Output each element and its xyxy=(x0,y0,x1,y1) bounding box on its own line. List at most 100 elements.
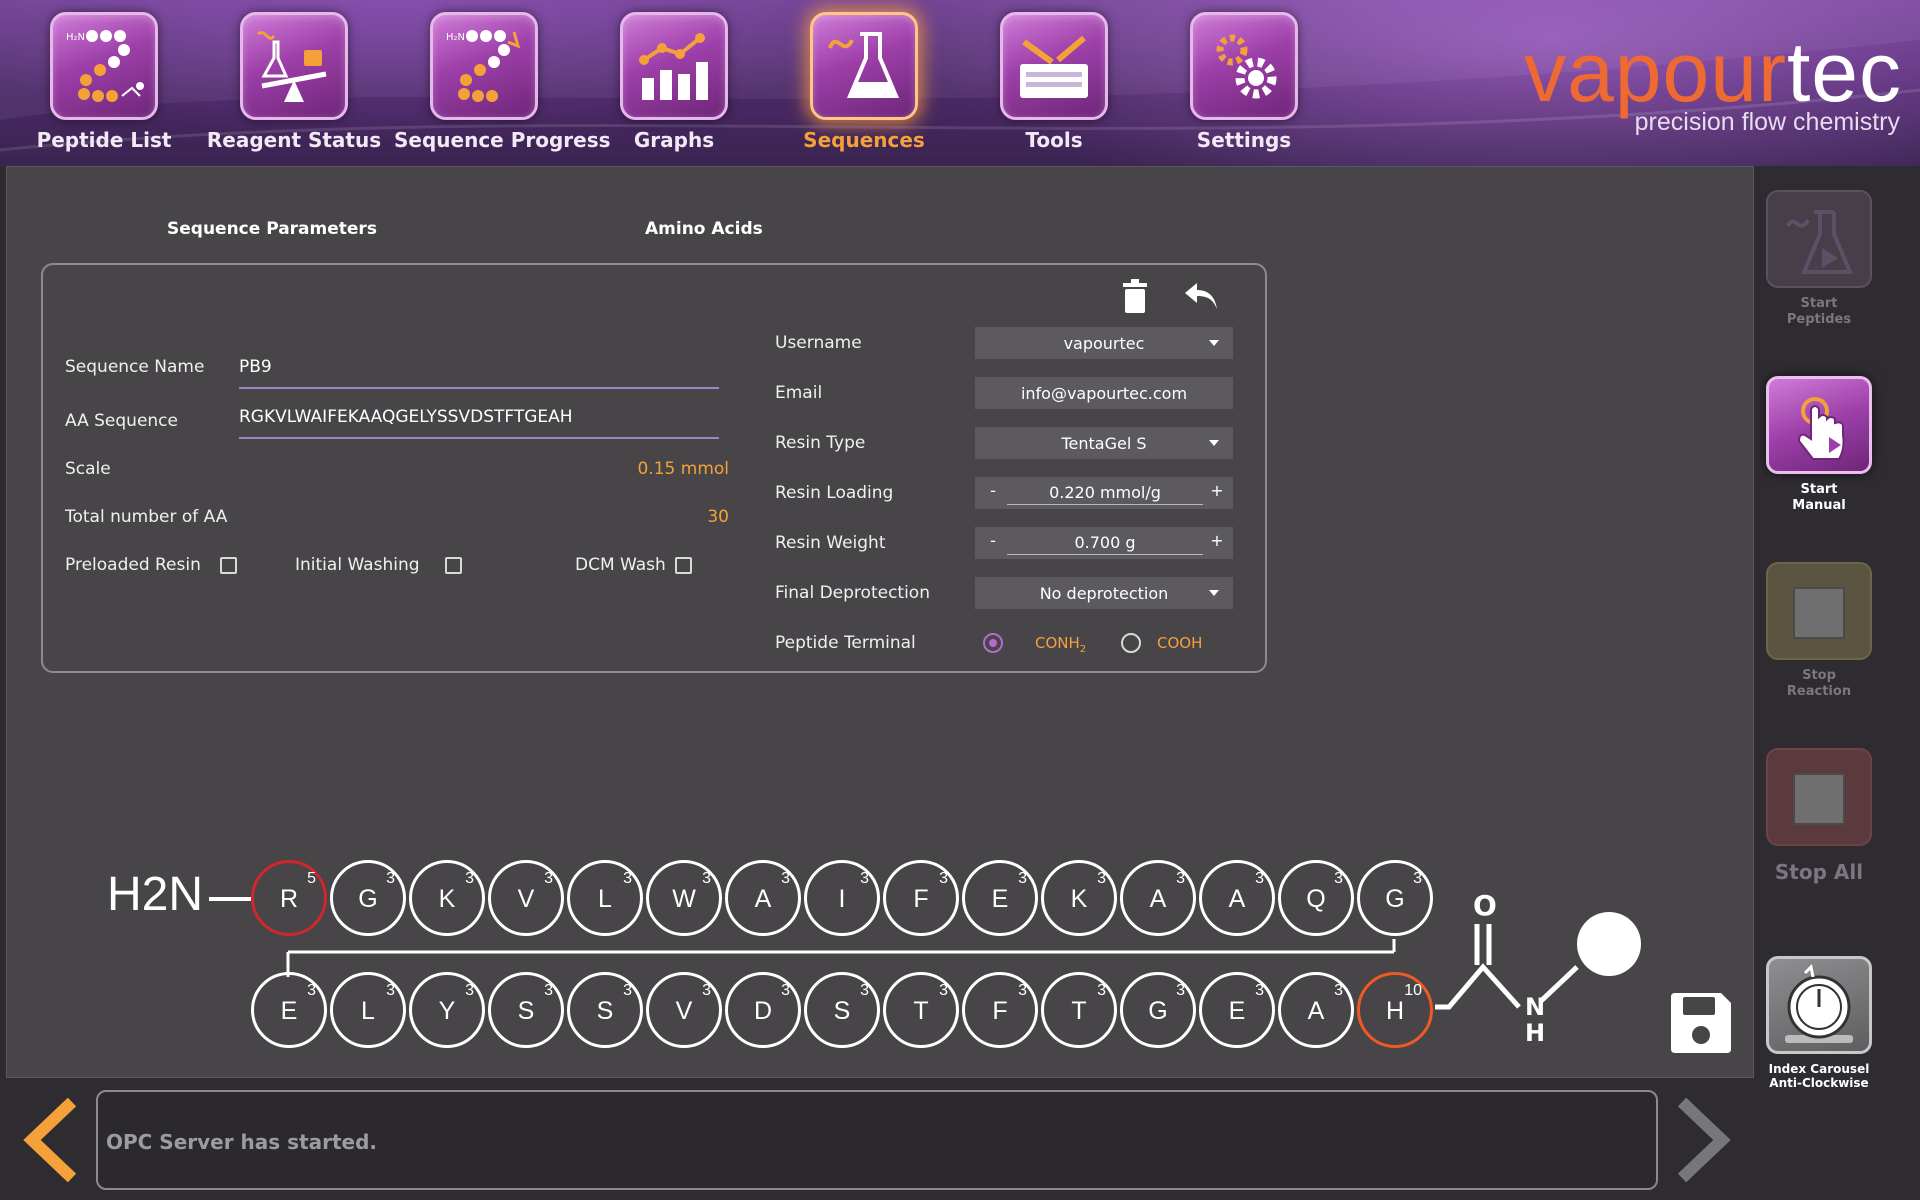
amino-acid-count: 3 xyxy=(1018,870,1027,887)
nav-graphs[interactable]: Graphs xyxy=(584,12,764,162)
save-icon[interactable] xyxy=(1667,989,1735,1061)
start-peptides-button[interactable]: Start Peptides xyxy=(1766,190,1872,328)
brand-tagline: precision flow chemistry xyxy=(1634,108,1900,136)
amino-acid-count: 3 xyxy=(939,870,948,887)
amino-acid-bottom-7[interactable]: S3 xyxy=(804,972,880,1048)
status-bar: OPC Server has started. xyxy=(96,1090,1658,1190)
amino-acid-bottom-11[interactable]: G3 xyxy=(1120,972,1196,1048)
amino-acid-letter: G xyxy=(358,885,378,913)
start-peptides-icon xyxy=(1766,190,1872,288)
amino-acid-letter: H xyxy=(1385,997,1405,1025)
amino-acid-top-1[interactable]: G3 xyxy=(330,860,406,936)
nav-reagent-status[interactable]: Reagent Status xyxy=(204,12,384,162)
back-arrow-icon[interactable] xyxy=(22,1097,80,1186)
amino-acid-count: 3 xyxy=(702,982,711,999)
amino-acid-bottom-12[interactable]: E3 xyxy=(1199,972,1275,1048)
start-peptides-line2: Peptides xyxy=(1786,312,1852,327)
amino-acid-bottom-1[interactable]: L3 xyxy=(330,972,406,1048)
amino-acid-count: 3 xyxy=(702,870,711,887)
amino-acid-top-2[interactable]: K3 xyxy=(409,860,485,936)
start-peptides-line1: Start xyxy=(1800,296,1838,311)
amino-acid-count: 5 xyxy=(307,870,316,887)
amino-acid-bottom-3[interactable]: S3 xyxy=(488,972,564,1048)
amino-acid-letter: I xyxy=(838,885,846,913)
status-message: OPC Server has started. xyxy=(106,1130,378,1154)
settings-icon xyxy=(1190,12,1298,120)
amino-acid-top-3[interactable]: V3 xyxy=(488,860,564,936)
amino-acid-count: 3 xyxy=(544,870,553,887)
index-carousel-button[interactable]: Index Carousel Anti-Clockwise xyxy=(1766,956,1872,1090)
amino-acid-bottom-14[interactable]: H 10 xyxy=(1357,972,1433,1048)
nav-settings-label: Settings xyxy=(1196,128,1292,152)
start-manual-line1: Start xyxy=(1800,482,1838,497)
amino-acid-letter: D xyxy=(753,997,773,1025)
amino-acid-count: 3 xyxy=(860,982,869,999)
amino-acid-letter: E xyxy=(1228,997,1246,1025)
top-bar: H₂N Peptide List Reagent Status H₂N Sequ… xyxy=(0,0,1920,166)
amino-acid-top-9[interactable]: E3 xyxy=(962,860,1038,936)
amino-acid-top-4[interactable]: L3 xyxy=(567,860,643,936)
amino-acid-bottom-10[interactable]: T3 xyxy=(1041,972,1117,1048)
amino-acid-top-11[interactable]: A3 xyxy=(1120,860,1196,936)
brand-name-part1: vapour xyxy=(1524,25,1787,119)
amino-acid-count: 3 xyxy=(465,982,474,999)
amino-acid-letter: A xyxy=(1228,885,1246,913)
amino-acid-count: 3 xyxy=(1334,870,1343,887)
stop-all-icon xyxy=(1766,748,1872,846)
nav-sequences[interactable]: Sequences xyxy=(774,12,954,162)
amino-acid-letter: A xyxy=(1149,885,1167,913)
carbonyl-oxygen-label: O xyxy=(1473,889,1497,922)
nav-peptide-list-label: Peptide List xyxy=(36,128,172,152)
svg-text:H₂N: H₂N xyxy=(66,32,85,43)
amino-acid-top-13[interactable]: Q3 xyxy=(1278,860,1354,936)
amino-acid-top-8[interactable]: F3 xyxy=(883,860,959,936)
stop-all-label: Stop All xyxy=(1774,860,1864,884)
amino-acid-letter: A xyxy=(1307,997,1325,1025)
amide-nitrogen-label: N xyxy=(1525,993,1546,1021)
amino-acid-bottom-6[interactable]: D3 xyxy=(725,972,801,1048)
forward-arrow-icon[interactable] xyxy=(1674,1097,1732,1186)
amino-acid-count: 3 xyxy=(1255,982,1264,999)
amino-acid-top-10[interactable]: K3 xyxy=(1041,860,1117,936)
nav-sequence-progress-label: Sequence Progress xyxy=(394,128,611,152)
amino-acid-count: 3 xyxy=(544,982,553,999)
amino-acid-top-6[interactable]: A3 xyxy=(725,860,801,936)
amino-acid-bottom-5[interactable]: V3 xyxy=(646,972,722,1048)
amino-acid-top-5[interactable]: W3 xyxy=(646,860,722,936)
amino-acid-top-12[interactable]: A3 xyxy=(1199,860,1275,936)
nav-settings[interactable]: Settings xyxy=(1154,12,1334,162)
stop-reaction-button[interactable]: Stop Reaction xyxy=(1766,562,1872,700)
amino-acid-bottom-2[interactable]: Y3 xyxy=(409,972,485,1048)
amino-acid-count: 3 xyxy=(1176,870,1185,887)
nav-sequence-progress[interactable]: H₂N Sequence Progress xyxy=(394,12,611,162)
peptide-list-icon: H₂N xyxy=(50,12,158,120)
svg-text:H₂N: H₂N xyxy=(446,32,465,43)
amino-acid-bottom-9[interactable]: F3 xyxy=(962,972,1038,1048)
graphs-icon xyxy=(620,12,728,120)
stop-square-icon xyxy=(1793,587,1845,639)
amino-acid-count: 3 xyxy=(307,982,316,999)
amino-acid-bottom-0[interactable]: E3 xyxy=(251,972,327,1048)
main-panel: Sequence Parameters Amino Acids Sequence… xyxy=(6,166,1754,1078)
amino-acid-count: 3 xyxy=(939,982,948,999)
amino-acid-letter: E xyxy=(991,885,1009,913)
amino-acid-count: 3 xyxy=(623,870,632,887)
amino-acid-top-14[interactable]: G3 xyxy=(1357,860,1433,936)
amino-acid-bottom-8[interactable]: T3 xyxy=(883,972,959,1048)
amino-acid-top-7[interactable]: I3 xyxy=(804,860,880,936)
stop-all-button[interactable]: Stop All xyxy=(1766,748,1872,884)
start-manual-icon xyxy=(1766,376,1872,474)
amino-acid-bottom-13[interactable]: A3 xyxy=(1278,972,1354,1048)
amino-acid-bottom-4[interactable]: S3 xyxy=(567,972,643,1048)
amino-acid-letter: K xyxy=(438,885,456,913)
amino-acid-top-0[interactable]: R5 xyxy=(251,860,327,936)
amino-acid-letter: G xyxy=(1148,997,1168,1025)
nav-tools[interactable]: Tools xyxy=(964,12,1144,162)
start-manual-button[interactable]: Start Manual xyxy=(1766,376,1872,514)
index-carousel-line2: Anti-Clockwise xyxy=(1769,1076,1869,1090)
amino-acid-count: 3 xyxy=(465,870,474,887)
nav-reagent-status-label: Reagent Status xyxy=(206,128,382,152)
amino-acid-count: 3 xyxy=(1097,870,1106,887)
nav-peptide-list[interactable]: H₂N Peptide List xyxy=(14,12,194,162)
carousel-icon xyxy=(1766,956,1872,1054)
